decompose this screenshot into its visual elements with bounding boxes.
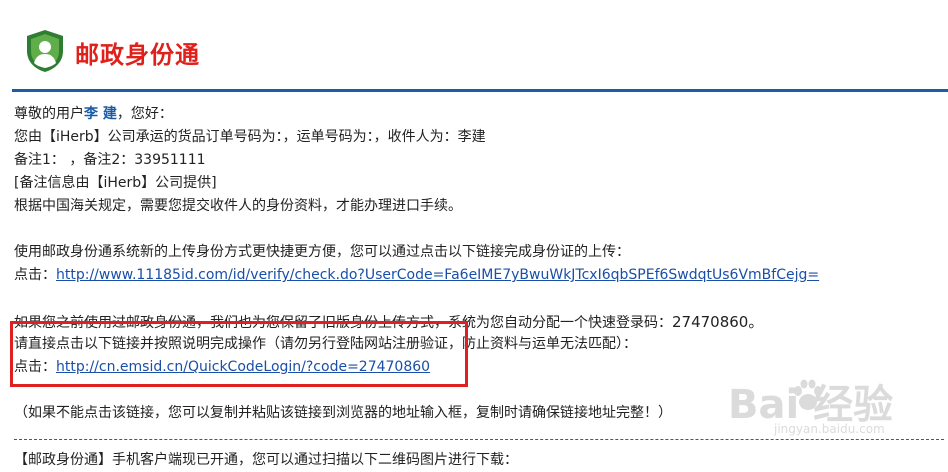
greeting-suffix: ，您好：	[116, 106, 173, 122]
click-label: 点击：	[14, 267, 56, 283]
brand-title: 邮政身份通	[75, 41, 200, 69]
remark-source-line: [备注信息由【iHerb】公司提供]	[14, 175, 217, 191]
baidu-jingyan-watermark: Bai 经验 jingyan.baidu.com	[728, 372, 938, 442]
verify-link[interactable]: http://www.11185id.com/id/verify/check.d…	[56, 267, 819, 283]
greeting-line: 尊敬的用户李 建，您好：	[14, 103, 173, 125]
new-method-intro: 使用邮政身份通系统新的上传身份方式更快捷更方便，您可以通过点击以下链接完成身份证…	[14, 244, 630, 260]
user-name: 李 建	[84, 106, 117, 122]
new-method-link-line: 点击：http://www.11185id.com/id/verify/chec…	[14, 264, 819, 286]
mobile-notice-line: 【邮政身份通】手机客户端现已开通，您可以通过扫描以下二维码图片进行下载：	[14, 452, 518, 468]
watermark-url: jingyan.baidu.com	[774, 422, 885, 436]
email-header: 邮政身份通	[0, 0, 948, 92]
shield-user-icon	[27, 30, 63, 72]
customs-notice-line: 根据中国海关规定，需要您提交收件人的身份资料，才能办理进口手续。	[14, 198, 462, 214]
greeting-prefix: 尊敬的用户	[14, 106, 84, 122]
order-info-line: 您由【iHerb】公司承运的货品订单号码为：，运单号码为：，收件人为：李建	[14, 129, 486, 145]
header-divider	[12, 89, 948, 92]
paw-icon	[794, 379, 822, 410]
highlight-annotation-box	[10, 321, 468, 387]
quick-login-code: 27470860。	[672, 313, 764, 331]
remark-line: 备注1： ，备注2：33951111	[14, 152, 206, 168]
copy-hint-line: （如果不能点击该链接，您可以复制并粘贴该链接到浏览器的地址输入框，复制时请确保链…	[14, 405, 672, 421]
